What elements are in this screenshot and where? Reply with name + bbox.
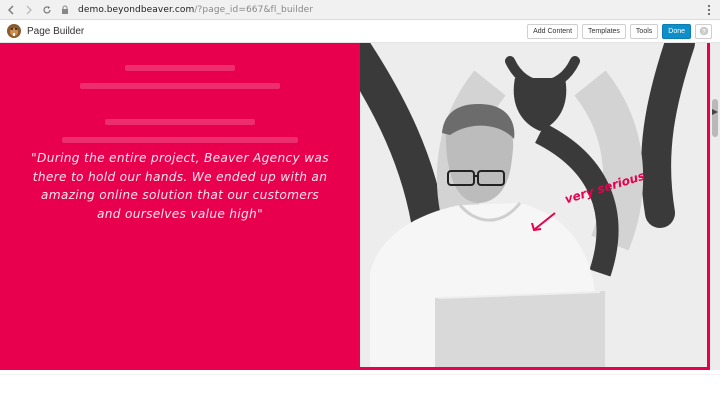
next-section: [0, 374, 720, 404]
tools-button[interactable]: Tools: [629, 23, 659, 39]
photo-illustration: [360, 43, 707, 367]
templates-button[interactable]: Templates: [582, 23, 626, 39]
forward-icon[interactable]: [22, 3, 36, 17]
page-builder-bar: Page Builder Add Content Templates Tools…: [0, 20, 720, 43]
done-button[interactable]: Done: [662, 23, 691, 39]
lock-icon: [60, 3, 70, 17]
more-icon[interactable]: [706, 3, 712, 17]
arrow-icon: [711, 103, 719, 115]
hero-photo[interactable]: [360, 43, 710, 370]
builder-toolbar: Add Content Templates Tools Done ?: [527, 23, 712, 39]
browser-toolbar: demo.beyondbeaver.com/?page_id=667&fl_bu…: [0, 0, 720, 20]
faded-heading: [62, 53, 298, 148]
back-icon[interactable]: [4, 3, 18, 17]
page-content: "During the entire project, Beaver Agenc…: [0, 43, 720, 404]
reload-icon[interactable]: [40, 3, 54, 17]
url-host: demo.beyondbeaver.com: [78, 4, 195, 15]
vertical-scrollbar[interactable]: [710, 43, 720, 370]
add-content-button[interactable]: Add Content: [527, 23, 579, 39]
page-title: Page Builder: [27, 25, 85, 37]
url-path: /?page_id=667&fl_builder: [194, 4, 314, 15]
testimonial-quote: "During the entire project, Beaver Agenc…: [31, 151, 329, 221]
beaver-logo-icon: [6, 23, 22, 39]
address-bar[interactable]: demo.beyondbeaver.com/?page_id=667&fl_bu…: [78, 5, 313, 15]
testimonial-column[interactable]: "During the entire project, Beaver Agenc…: [0, 43, 360, 370]
help-icon[interactable]: ?: [695, 23, 712, 39]
svg-text:?: ?: [702, 29, 706, 36]
